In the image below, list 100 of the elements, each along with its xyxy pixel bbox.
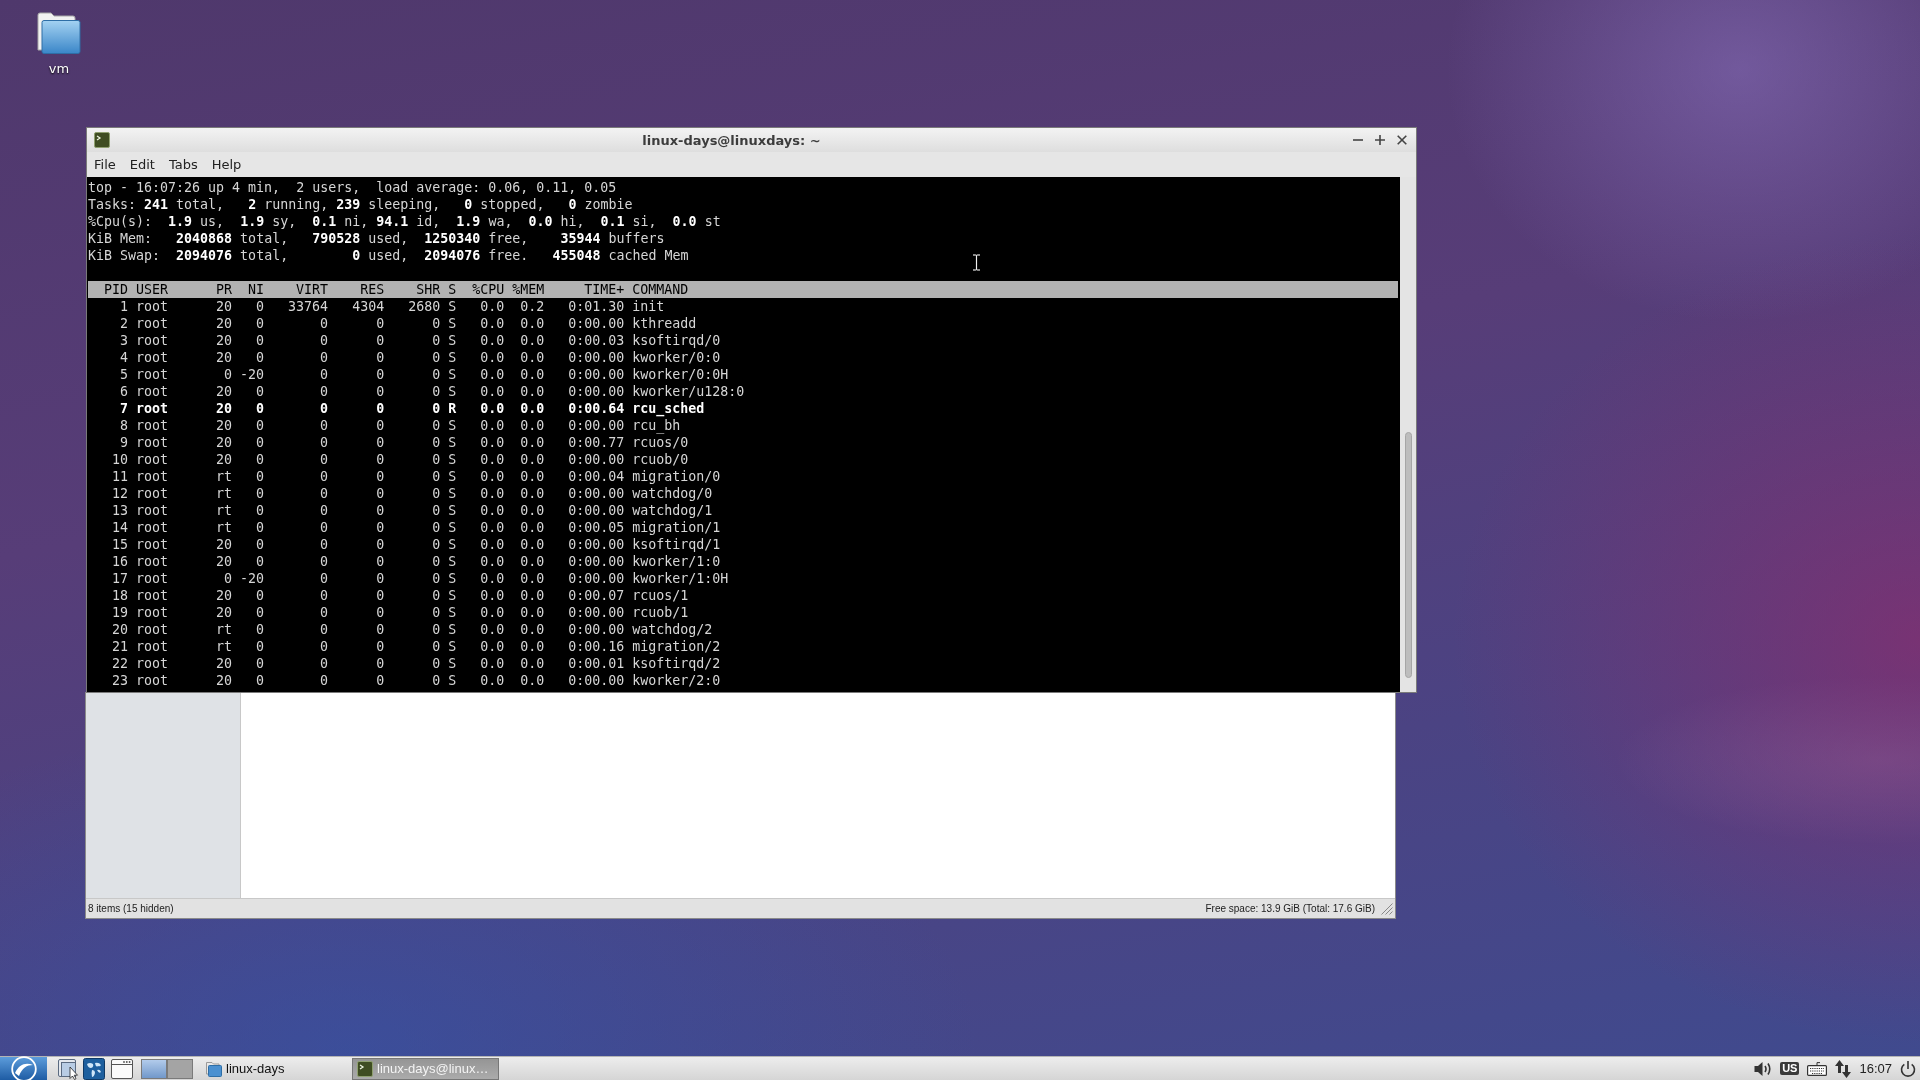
table-cell: 19 bbox=[112, 604, 128, 621]
table-cell: 0.0 bbox=[520, 672, 545, 689]
start-button[interactable] bbox=[0, 1057, 47, 1080]
table-cell: 0.0 bbox=[520, 570, 545, 587]
menu-item[interactable]: File bbox=[87, 154, 123, 175]
table-cell: S bbox=[448, 349, 457, 366]
table-cell: 16 bbox=[112, 553, 128, 570]
folder-pointer-icon[interactable] bbox=[58, 1057, 80, 1080]
table-cell: S bbox=[448, 570, 457, 587]
table-cell: 0 bbox=[256, 638, 265, 655]
table-cell: 5 bbox=[120, 366, 128, 383]
window-icon[interactable] bbox=[111, 1058, 133, 1079]
table-cell: rcu_bh bbox=[632, 417, 681, 434]
column-header[interactable]: %MEM bbox=[512, 281, 545, 298]
table-cell: -20 bbox=[240, 366, 265, 383]
keyboard-icon[interactable] bbox=[1807, 1061, 1828, 1076]
table-cell: 0.0 bbox=[480, 655, 505, 672]
terminal-icon[interactable] bbox=[94, 132, 110, 148]
table-cell: 0.0 bbox=[480, 485, 505, 502]
table-cell: 0 bbox=[376, 315, 385, 332]
table-cell: 0 bbox=[256, 349, 265, 366]
resize-grip-icon[interactable] bbox=[1381, 902, 1393, 915]
table-cell: 0:00.07 bbox=[568, 587, 625, 604]
table-cell: 0 bbox=[320, 502, 329, 519]
table-cell: 0.0 bbox=[520, 655, 545, 672]
terminal-line: top - 16:07:26 up 4 min, 2 users, load average: 0.06, 0.11, 0.05 bbox=[88, 179, 617, 196]
table-cell: 0 bbox=[376, 621, 385, 638]
menu-item[interactable]: Tabs bbox=[161, 154, 205, 175]
table-cell: 0.0 bbox=[480, 553, 505, 570]
table-cell: root bbox=[136, 400, 169, 417]
table-cell: 0.0 bbox=[520, 366, 545, 383]
keyboard-layout-indicator[interactable]: US bbox=[1780, 1062, 1800, 1075]
table-cell: 0 bbox=[256, 655, 265, 672]
maximize-icon[interactable] bbox=[1375, 135, 1385, 145]
column-header[interactable]: S bbox=[448, 281, 457, 298]
column-header[interactable]: NI bbox=[248, 281, 265, 298]
table-cell: 0 bbox=[320, 451, 329, 468]
world-map-icon[interactable] bbox=[83, 1057, 105, 1080]
table-cell: 0 bbox=[432, 502, 441, 519]
column-header[interactable]: RES bbox=[360, 281, 385, 298]
table-cell: 0 bbox=[376, 383, 385, 400]
workspace-button[interactable] bbox=[141, 1058, 167, 1079]
menu-item[interactable]: Edit bbox=[122, 154, 162, 175]
column-header[interactable]: PR bbox=[216, 281, 233, 298]
power-icon[interactable] bbox=[1900, 1060, 1916, 1077]
text-cursor-icon bbox=[972, 254, 981, 271]
column-header[interactable]: USER bbox=[136, 281, 169, 298]
table-cell: 23 bbox=[112, 672, 128, 689]
table-cell: watchdog/1 bbox=[632, 502, 713, 519]
clock[interactable]: 16:07 bbox=[1859, 1061, 1892, 1076]
table-cell: 0.0 bbox=[520, 621, 545, 638]
table-cell: 0 bbox=[376, 604, 385, 621]
column-header[interactable]: VIRT bbox=[296, 281, 329, 298]
table-cell: 0 bbox=[256, 502, 265, 519]
table-cell: 0 bbox=[256, 383, 265, 400]
table-cell: 0 bbox=[320, 383, 329, 400]
table-cell: 0 bbox=[256, 604, 265, 621]
table-cell: 0:00.00 bbox=[568, 485, 625, 502]
table-cell: 0 bbox=[256, 468, 265, 485]
volume-icon[interactable] bbox=[1754, 1060, 1773, 1077]
table-cell: 0 bbox=[376, 672, 385, 689]
table-cell: kthreadd bbox=[632, 315, 697, 332]
column-header[interactable]: %CPU bbox=[472, 281, 505, 298]
column-header[interactable]: COMMAND bbox=[632, 281, 689, 298]
table-cell: 0 bbox=[320, 315, 329, 332]
table-cell: 20 bbox=[216, 451, 233, 468]
folder-icon[interactable] bbox=[37, 12, 81, 54]
table-cell: rcu_sched bbox=[632, 400, 705, 417]
table-cell: 0 bbox=[320, 417, 329, 434]
column-header[interactable]: TIME+ bbox=[584, 281, 625, 298]
table-cell: 0.0 bbox=[480, 332, 505, 349]
scrollbar-thumb[interactable] bbox=[1404, 432, 1412, 678]
table-cell: 20 bbox=[216, 536, 233, 553]
table-cell: 0 bbox=[432, 587, 441, 604]
table-cell: 0:00.00 bbox=[568, 383, 625, 400]
table-cell: 0:00.00 bbox=[568, 502, 625, 519]
table-cell: 0 bbox=[376, 468, 385, 485]
table-cell: root bbox=[136, 366, 169, 383]
column-header[interactable]: PID bbox=[104, 281, 128, 298]
table-cell: 0.0 bbox=[480, 349, 505, 366]
table-cell: 0 bbox=[256, 315, 265, 332]
table-cell: 0.0 bbox=[520, 434, 545, 451]
table-cell: 0 bbox=[376, 332, 385, 349]
desktop-icon-label[interactable]: vm bbox=[48, 61, 70, 76]
table-cell: 0:00.16 bbox=[568, 638, 625, 655]
table-cell: 2680 bbox=[408, 298, 441, 315]
network-arrows-icon[interactable] bbox=[1835, 1059, 1852, 1078]
table-cell: S bbox=[448, 638, 457, 655]
table-cell: S bbox=[448, 604, 457, 621]
table-cell: S bbox=[448, 502, 457, 519]
table-cell: 0 bbox=[376, 502, 385, 519]
table-cell: 0:00.00 bbox=[568, 672, 625, 689]
table-cell: 0.0 bbox=[520, 315, 545, 332]
menu-item[interactable]: Help bbox=[204, 154, 249, 175]
close-icon[interactable] bbox=[1397, 135, 1407, 145]
taskbar-task[interactable]: linux-days bbox=[201, 1057, 348, 1080]
table-cell: 0 bbox=[432, 672, 441, 689]
workspace-button[interactable] bbox=[167, 1058, 193, 1079]
column-header[interactable]: SHR bbox=[416, 281, 441, 298]
table-cell: 0 bbox=[432, 332, 441, 349]
